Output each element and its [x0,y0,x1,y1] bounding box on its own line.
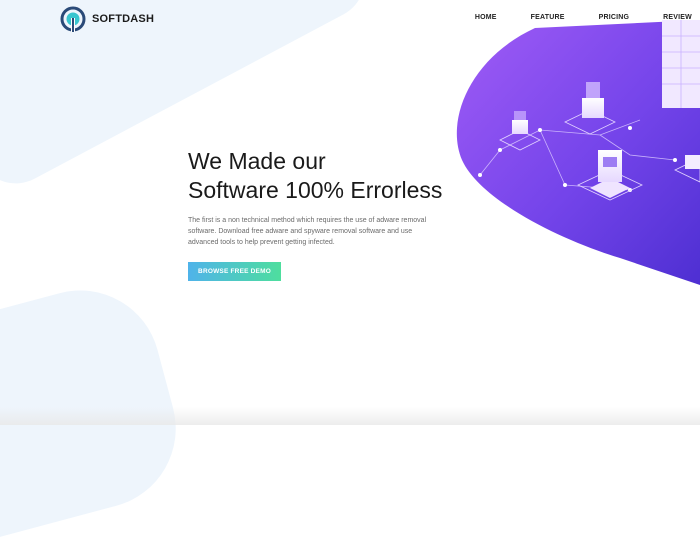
hero-illustration [456,20,700,285]
bottom-fade [0,407,700,425]
hero-title: We Made our Software 100% Errorless [188,147,458,205]
main-nav: HOME FEATURE PRICING REVIEW [441,14,692,21]
browse-demo-button[interactable]: BROWSE FREE DEMO [188,262,281,281]
hero-title-line-2: Software 100% Errorless [188,177,443,203]
brand-logo[interactable]: SOFTDASH [60,6,154,32]
nav-review[interactable]: REVIEW [663,14,692,21]
navbar: SOFTDASH HOME FEATURE PRICING REVIEW [0,0,700,40]
hero-section: We Made our Software 100% Errorless The … [188,147,458,248]
signal-tower-icon [60,6,86,32]
brand-name: SOFTDASH [92,13,155,25]
nav-feature[interactable]: FEATURE [531,14,565,21]
hero-title-line-1: We Made our [188,148,326,174]
hero-description: The first is a non technical method whic… [188,217,427,246]
nav-home[interactable]: HOME [475,14,497,21]
nav-pricing[interactable]: PRICING [599,14,630,21]
